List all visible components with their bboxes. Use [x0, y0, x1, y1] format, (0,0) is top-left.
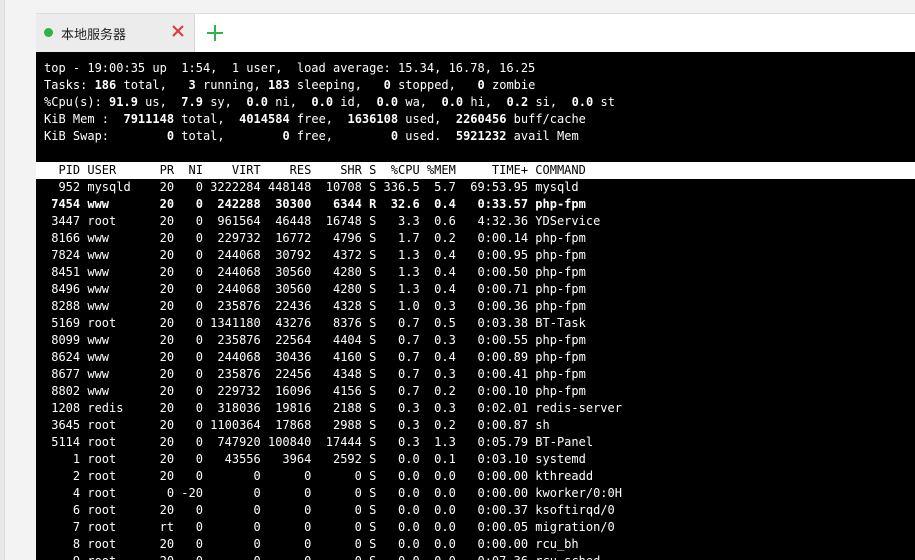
process-row: 7 root rt 0 0 0 0 S 0.0 0.0 0:00.05 migr… — [44, 520, 615, 534]
process-row: 1208 redis 20 0 318036 19816 2188 S 0.3 … — [44, 401, 622, 415]
tab-label: 本地服务器 — [61, 28, 127, 43]
swap-line: KiB Swap: 0 total, 0 free, 0 used. 59212… — [44, 129, 579, 143]
process-row: 8099 www 20 0 235876 22564 4404 S 0.7 0.… — [44, 333, 586, 347]
process-row: 5169 root 20 0 1341180 43276 8376 S 0.7 … — [44, 316, 586, 330]
process-row: 8288 www 20 0 235876 22436 4328 S 1.0 0.… — [44, 299, 586, 313]
process-row: 8802 www 20 0 229732 16096 4156 S 0.7 0.… — [44, 384, 586, 398]
cpu-line: %Cpu(s): 91.9 us, 7.9 sy, 0.0 ni, 0.0 id… — [44, 95, 615, 109]
process-row: 1 root 20 0 43556 3964 2592 S 0.0 0.1 0:… — [44, 452, 586, 466]
process-row: 9 root 20 0 0 0 0 S 0.0 0.0 0:07.36 rcu_… — [44, 553, 622, 560]
tab-bar: 本地服务器 — [36, 13, 915, 53]
process-row: 8 root 20 0 0 0 0 S 0.0 0.0 0:00.00 rcu_… — [44, 537, 579, 551]
process-row: 5114 root 20 0 747920 100840 17444 S 0.3… — [44, 435, 594, 449]
process-row: 6 root 20 0 0 0 0 S 0.0 0.0 0:00.37 ksof… — [44, 503, 615, 517]
mem-line: KiB Mem : 7911148 total, 4014584 free, 1… — [44, 112, 586, 126]
left-edge-strip — [0, 0, 5, 560]
plus-icon[interactable] — [204, 22, 226, 44]
uptime-line: top - 19:00:35 up 1:54, 1 user, load ave… — [44, 61, 536, 75]
process-row: 952 mysqld 20 0 3222284 448148 10708 S 3… — [44, 180, 579, 194]
process-row: 4 root 0 -20 0 0 0 S 0.0 0.0 0:00.00 kwo… — [44, 486, 622, 500]
process-row: 8624 www 20 0 244068 30436 4160 S 0.7 0.… — [44, 350, 586, 364]
tasks-line: Tasks: 186 total, 3 running, 183 sleepin… — [44, 78, 536, 92]
process-row: 8451 www 20 0 244068 30560 4280 S 1.3 0.… — [44, 265, 586, 279]
process-row: 8496 www 20 0 244068 30560 4280 S 1.3 0.… — [44, 282, 586, 296]
process-row: 3447 root 20 0 961564 46448 16748 S 3.3 … — [44, 214, 601, 228]
process-row: 7454 www 20 0 242288 30300 6344 R 32.6 0… — [44, 197, 586, 211]
top-summary: top - 19:00:35 up 1:54, 1 user, load ave… — [44, 60, 615, 145]
process-row: 7824 www 20 0 244068 30792 4372 S 1.3 0.… — [44, 248, 586, 262]
process-row: 2 root 20 0 0 0 0 S 0.0 0.0 0:00.00 kthr… — [44, 469, 594, 483]
process-list: 952 mysqld 20 0 3222284 448148 10708 S 3… — [44, 179, 622, 560]
terminal-output[interactable]: top - 19:00:35 up 1:54, 1 user, load ave… — [36, 52, 915, 560]
process-table-header: PID USER PR NI VIRT RES SHR S %CPU %MEM … — [58, 163, 586, 177]
tab-local-server[interactable]: 本地服务器 — [36, 14, 195, 53]
process-row: 8677 www 20 0 235876 22456 4348 S 0.7 0.… — [44, 367, 586, 381]
green-dot-icon — [44, 28, 53, 37]
process-row: 3645 root 20 0 1100364 17868 2988 S 0.3 … — [44, 418, 550, 432]
close-icon[interactable] — [168, 21, 188, 41]
process-row: 8166 www 20 0 229732 16772 4796 S 1.7 0.… — [44, 231, 586, 245]
